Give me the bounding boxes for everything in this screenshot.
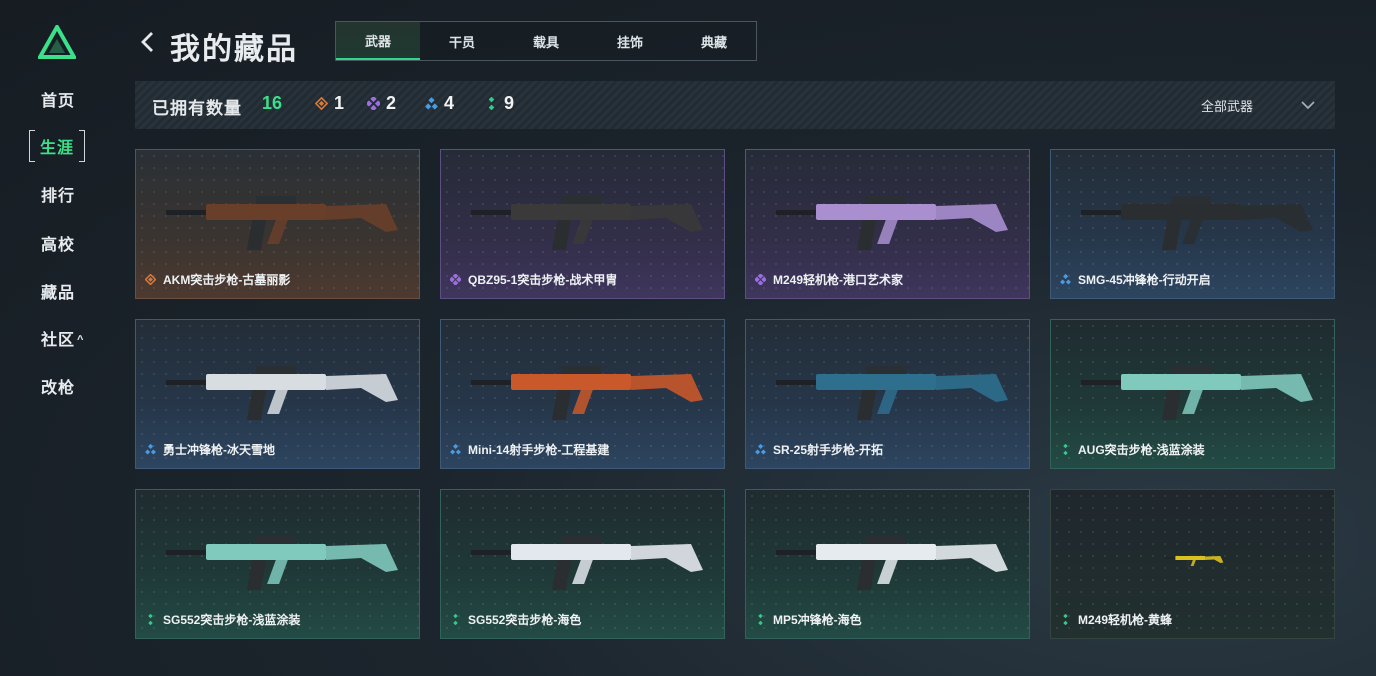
- tab-charms[interactable]: 挂饰: [588, 22, 672, 60]
- weapon-card-label: AUG突击步枪-浅蓝涂装: [1060, 441, 1205, 458]
- stats-bar: 已拥有数量 16 1 2 4 9 全部武器: [135, 81, 1335, 129]
- nav-item-community-label: 社区: [41, 332, 76, 349]
- weapon-card-label: Mini-14射手步枪-工程基建: [450, 441, 609, 458]
- weapon-image: [471, 366, 703, 420]
- blue-rarity-icon: [145, 444, 156, 455]
- weapon-name: SG552突击步枪-海色: [468, 613, 582, 627]
- weapon-card[interactable]: AKM突击步枪-古墓丽影: [135, 149, 420, 299]
- weapon-card-label: MP5冲锋枪-海色: [755, 611, 862, 628]
- purple-diamond-icon: [367, 97, 380, 110]
- weapon-image: [776, 196, 1008, 250]
- blue-diamond-icon: [425, 97, 438, 110]
- tab-weapons[interactable]: 武器: [336, 22, 420, 60]
- green-rarity-icon: [453, 614, 458, 625]
- category-tabs: 武器 干员 载具 挂饰 典藏: [335, 21, 757, 61]
- page-title: 我的藏品: [170, 33, 298, 66]
- weapon-card-label: 勇士冲锋枪-冰天雪地: [145, 441, 275, 458]
- weapon-card-label: SMG-45冲锋枪-行动开启: [1060, 271, 1211, 288]
- weapon-card[interactable]: SG552突击步枪-海色: [440, 489, 725, 639]
- weapon-card-label: SG552突击步枪-海色: [450, 611, 581, 628]
- green-rarity-icon: [1063, 444, 1068, 455]
- weapon-image: [1081, 366, 1313, 420]
- weapon-name: SG552突击步枪-浅蓝涂装: [163, 613, 301, 627]
- blue-rarity-icon: [755, 444, 766, 455]
- green-rarity-icon: [148, 614, 153, 625]
- nav-item-collection[interactable]: 藏品: [41, 279, 75, 303]
- green-rarity-icon: [758, 614, 763, 625]
- owned-label: 已拥有数量: [152, 99, 242, 118]
- weapon-card[interactable]: QBZ95-1突击步枪-战术甲胄: [440, 149, 725, 299]
- weapon-name: Mini-14射手步枪-工程基建: [468, 443, 610, 457]
- weapon-card[interactable]: SR-25射手步枪-开拓: [745, 319, 1030, 469]
- orange-diamond-icon: [315, 97, 328, 110]
- weapon-card-label: QBZ95-1突击步枪-战术甲胄: [450, 271, 617, 288]
- weapon-card[interactable]: SMG-45冲锋枪-行动开启: [1050, 149, 1335, 299]
- nav-item-home[interactable]: 首页: [41, 87, 75, 111]
- weapon-card[interactable]: Mini-14射手步枪-工程基建: [440, 319, 725, 469]
- weapon-card[interactable]: M249轻机枪-港口艺术家: [745, 149, 1030, 299]
- weapon-image: [1165, 554, 1224, 568]
- weapon-card[interactable]: SG552突击步枪-浅蓝涂装: [135, 489, 420, 639]
- weapon-image: [776, 366, 1008, 420]
- weapon-name: QBZ95-1突击步枪-战术甲胄: [468, 273, 618, 287]
- sidebar: 首页 生涯 排行 高校 藏品 社区 ^ 改枪: [0, 0, 115, 676]
- weapon-image: [166, 196, 398, 250]
- weapon-filter-dropdown[interactable]: 全部武器: [1201, 96, 1315, 115]
- tab-operators[interactable]: 干员: [420, 22, 504, 60]
- weapon-card-label: M249轻机枪-黄蜂: [1060, 611, 1172, 628]
- nav-item-career[interactable]: 生涯: [29, 129, 86, 163]
- nav-item-college[interactable]: 高校: [41, 231, 75, 255]
- rarity-orange: 1: [315, 93, 344, 114]
- back-arrow-icon[interactable]: [139, 31, 155, 53]
- weapon-card[interactable]: AUG突击步枪-浅蓝涂装: [1050, 319, 1335, 469]
- green-diamond-icon: [488, 97, 495, 110]
- chevron-up-icon: ^: [77, 334, 85, 346]
- green-rarity-icon: [1063, 614, 1068, 625]
- weapon-card-label: AKM突击步枪-古墓丽影: [145, 271, 290, 288]
- tab-collectibles[interactable]: 典藏: [672, 22, 756, 60]
- weapon-name: SMG-45冲锋枪-行动开启: [1078, 273, 1211, 287]
- owned-count: 16: [262, 93, 283, 113]
- rarity-orange-count: 1: [334, 93, 345, 113]
- rarity-blue-count: 4: [444, 93, 455, 113]
- weapon-card[interactable]: M249轻机枪-黄蜂: [1050, 489, 1335, 639]
- weapon-name: AKM突击步枪-古墓丽影: [163, 273, 291, 287]
- weapon-name: AUG突击步枪-浅蓝涂装: [1078, 443, 1205, 457]
- weapon-image: [471, 536, 703, 590]
- weapon-card-label: SR-25射手步枪-开拓: [755, 441, 883, 458]
- rarity-green: 9: [485, 93, 514, 114]
- weapon-card[interactable]: 勇士冲锋枪-冰天雪地: [135, 319, 420, 469]
- weapon-card[interactable]: MP5冲锋枪-海色: [745, 489, 1030, 639]
- rarity-green-count: 9: [504, 93, 515, 113]
- weapon-image: [166, 536, 398, 590]
- rarity-purple-count: 2: [386, 93, 397, 113]
- weapon-name: SR-25射手步枪-开拓: [773, 443, 884, 457]
- nav-item-community[interactable]: 社区 ^: [41, 326, 84, 350]
- weapon-name: 勇士冲锋枪-冰天雪地: [163, 443, 275, 457]
- tab-vehicles[interactable]: 载具: [504, 22, 588, 60]
- nav-item-mod-gun[interactable]: 改枪: [41, 374, 75, 398]
- weapon-image: [471, 196, 703, 250]
- weapon-image: [166, 366, 398, 420]
- nav-item-ranking[interactable]: 排行: [41, 182, 75, 206]
- filter-label: 全部武器: [1200, 99, 1253, 114]
- purple-rarity-icon: [755, 274, 766, 285]
- triangle-logo[interactable]: [38, 25, 76, 59]
- rarity-blue: 4: [425, 93, 454, 114]
- weapon-name: MP5冲锋枪-海色: [773, 613, 862, 627]
- weapon-image: [1081, 196, 1313, 250]
- weapon-name: M249轻机枪-黄蜂: [1078, 613, 1173, 627]
- weapon-image: [776, 536, 1008, 590]
- chevron-down-icon: [1301, 101, 1315, 110]
- purple-rarity-icon: [450, 274, 461, 285]
- weapon-card-label: SG552突击步枪-浅蓝涂装: [145, 611, 300, 628]
- weapon-card-label: M249轻机枪-港口艺术家: [755, 271, 903, 288]
- blue-rarity-icon: [450, 444, 461, 455]
- orange-rarity-icon: [145, 274, 156, 285]
- blue-rarity-icon: [1060, 274, 1071, 285]
- rarity-purple: 2: [367, 93, 396, 114]
- weapon-name: M249轻机枪-港口艺术家: [773, 273, 904, 287]
